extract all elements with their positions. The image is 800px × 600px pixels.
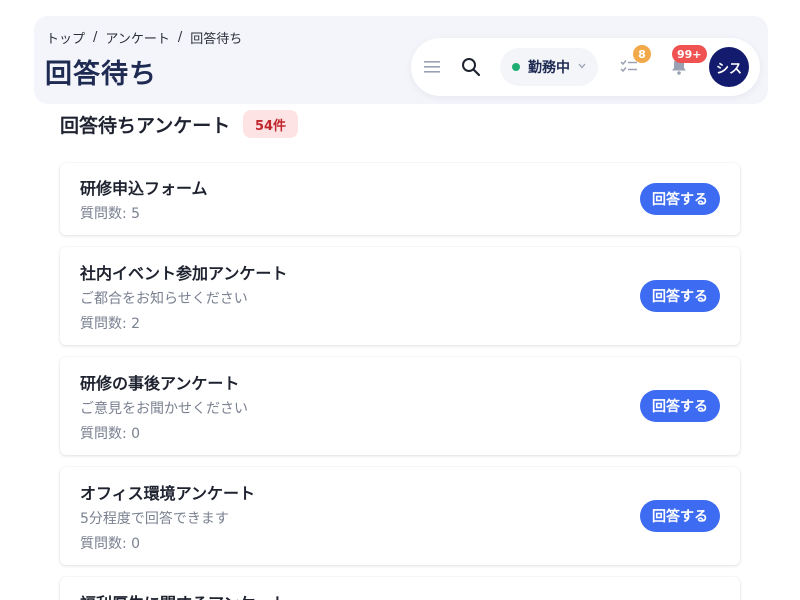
breadcrumb-item-survey[interactable]: アンケート <box>105 28 169 47</box>
survey-description: ご意見をお聞かせください <box>80 401 248 417</box>
survey-question-count: 質問数: 5 <box>80 206 141 222</box>
answer-button[interactable]: 回答する <box>640 183 720 215</box>
breadcrumb-item-top[interactable]: トップ <box>46 28 85 47</box>
survey-title: 研修の事後アンケート <box>80 374 240 393</box>
survey-card: 社内イベント参加アンケート ご都合をお知らせください 質問数: 2 回答する <box>60 247 740 345</box>
search-icon[interactable] <box>459 55 483 79</box>
avatar[interactable]: シス <box>709 47 749 87</box>
survey-question-count: 質問数: 0 <box>80 426 141 442</box>
notification-count-badge: 99+ <box>672 45 707 63</box>
chevron-down-icon <box>578 62 586 72</box>
status-label: 勤務中 <box>528 60 570 76</box>
breadcrumb-item-current: 回答待ち <box>190 32 243 47</box>
breadcrumb-separator: / <box>93 30 98 45</box>
answer-button[interactable]: 回答する <box>640 500 720 532</box>
survey-question-count: 質問数: 0 <box>80 536 141 552</box>
survey-title: 福利厚生に関するアンケート <box>80 590 287 600</box>
survey-card: 研修の事後アンケート ご意見をお聞かせください 質問数: 0 回答する <box>60 357 740 455</box>
survey-description: ご都合をお知らせください <box>80 291 248 307</box>
survey-card: 福利厚生に関するアンケート <box>60 577 740 600</box>
page-title: 回答待ち <box>45 59 157 90</box>
work-status-dropdown[interactable]: 勤務中 <box>500 48 598 86</box>
menu-icon[interactable] <box>423 58 441 76</box>
survey-description: 5分程度で回答できます <box>80 511 229 527</box>
survey-title: 社内イベント参加アンケート <box>80 264 288 283</box>
breadcrumb: トップ / アンケート / 回答待ち <box>46 28 242 47</box>
survey-card: 研修申込フォーム 質問数: 5 回答する <box>60 163 740 235</box>
survey-title: 研修申込フォーム <box>80 179 208 198</box>
survey-count-badge: 54件 <box>243 110 298 138</box>
breadcrumb-separator: / <box>177 30 183 45</box>
section-title: 回答待ちアンケート <box>60 115 231 137</box>
tasks-count-badge: 8 <box>633 45 651 63</box>
survey-question-count: 質問数: 2 <box>80 316 141 332</box>
status-online-dot <box>512 63 520 71</box>
survey-title: オフィス環境アンケート <box>80 484 256 503</box>
answer-button[interactable]: 回答する <box>640 390 720 422</box>
survey-card: オフィス環境アンケート 5分程度で回答できます 質問数: 0 回答する <box>60 467 740 565</box>
answer-button[interactable]: 回答する <box>640 280 720 312</box>
